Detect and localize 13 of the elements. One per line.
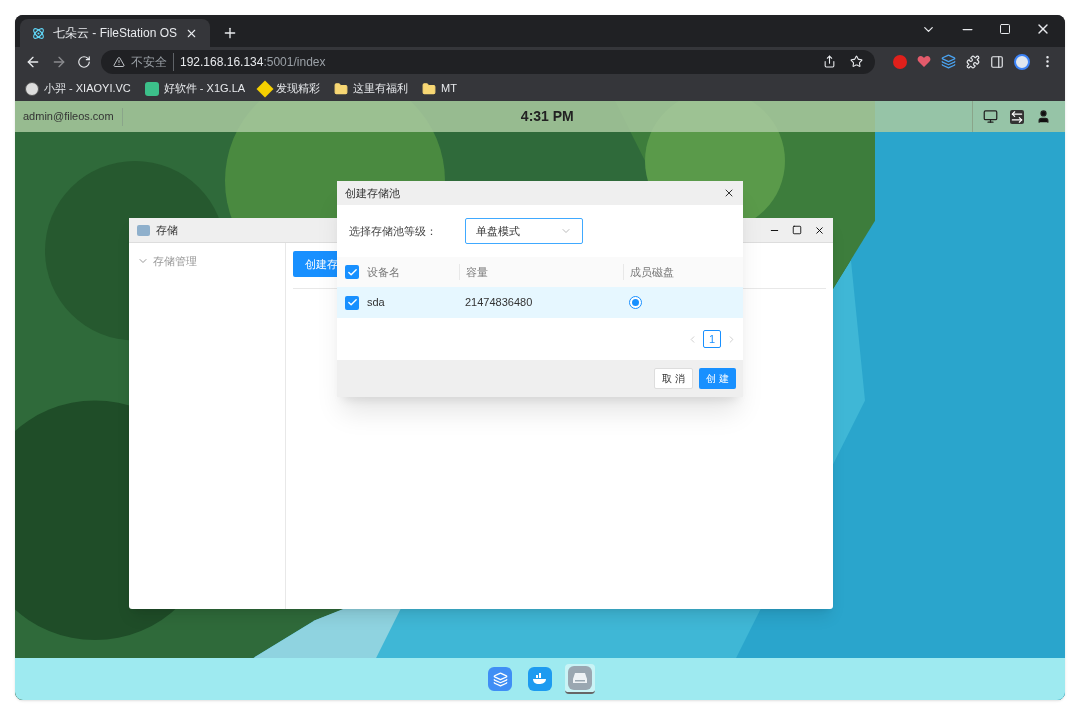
table-cell-text: sda: [367, 295, 386, 311]
window-title: 存储: [156, 222, 178, 238]
field-label: 选择存储池等级：: [349, 223, 437, 239]
security-label: 不安全: [131, 52, 174, 71]
url-text: 192.168.16.134:5001/index: [180, 53, 326, 71]
clock: 4:31 PM: [520, 107, 574, 126]
column-header: 容量: [459, 263, 623, 281]
tab-title: 七朵云 - FileStation OS: [53, 25, 177, 42]
dialog-title: 创建存储池: [345, 185, 401, 201]
table-cell-text: 21474836480: [465, 295, 534, 311]
column-header: 设备名: [367, 264, 401, 280]
user-email: admin@fileos.com: [15, 107, 123, 126]
column-header: 成员磁盘: [623, 263, 743, 281]
